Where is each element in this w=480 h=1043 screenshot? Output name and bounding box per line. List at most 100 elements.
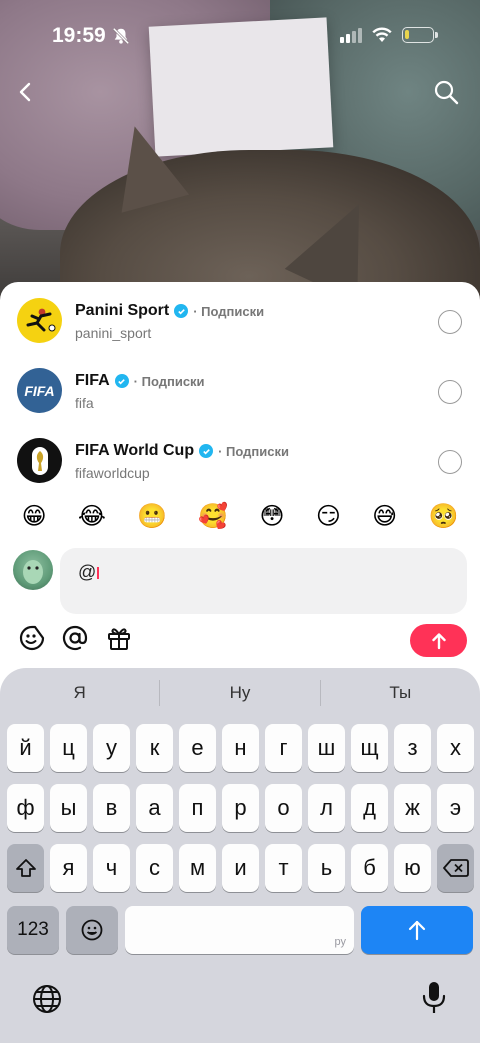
- key[interactable]: р: [222, 784, 259, 832]
- select-radio[interactable]: [438, 310, 462, 334]
- at-icon[interactable]: [61, 624, 89, 652]
- comment-input-text: @: [78, 562, 97, 582]
- mention-handle: fifaworldcup: [75, 465, 150, 481]
- avatar: [17, 438, 62, 483]
- mention-name: FIFA: [75, 372, 110, 389]
- key[interactable]: ф: [7, 784, 44, 832]
- key[interactable]: с: [136, 844, 173, 892]
- send-arrow-icon: [431, 632, 446, 649]
- mention-name: Panini Sport: [75, 302, 170, 319]
- emoji-grimace[interactable]: 😬: [137, 497, 167, 537]
- key-row-2: ф ы в а п р о л д ж э: [0, 784, 480, 832]
- key[interactable]: а: [136, 784, 173, 832]
- key[interactable]: я: [50, 844, 87, 892]
- mention-name: FIFA World Cup: [75, 442, 195, 459]
- cellular-signal-icon: [340, 28, 362, 43]
- following-label: · Подписки: [193, 303, 265, 319]
- verified-badge-icon: [114, 374, 129, 388]
- verified-badge-icon: [199, 444, 214, 458]
- suggestion-bar: Я Ну Ты: [0, 668, 480, 718]
- select-radio[interactable]: [438, 450, 462, 474]
- mention-item-panini-sport[interactable]: Panini Sport · Подписки panini_sport: [0, 287, 480, 357]
- key[interactable]: е: [179, 724, 216, 772]
- gift-icon[interactable]: [105, 624, 133, 652]
- space-language-label: ру: [334, 936, 347, 948]
- key-row-4: 123 ру: [0, 906, 480, 954]
- send-button[interactable]: [410, 624, 467, 657]
- emoji-icon: [81, 919, 103, 941]
- mention-handle: fifa: [75, 395, 94, 411]
- key[interactable]: э: [437, 784, 474, 832]
- emoji-flushed[interactable]: 😳: [260, 497, 285, 537]
- wifi-icon: [372, 27, 392, 42]
- emoji-pleading[interactable]: 🥺: [428, 497, 458, 537]
- key[interactable]: д: [351, 784, 388, 832]
- text-caret: [97, 567, 100, 580]
- emoji-sweat-smile[interactable]: 😅: [372, 497, 397, 537]
- battery-icon: [402, 27, 438, 43]
- numbers-key[interactable]: 123: [7, 906, 59, 954]
- key[interactable]: и: [222, 844, 259, 892]
- arrow-up-icon: [408, 920, 426, 941]
- space-key[interactable]: ру: [125, 906, 354, 954]
- key[interactable]: м: [179, 844, 216, 892]
- key[interactable]: л: [308, 784, 345, 832]
- key[interactable]: п: [179, 784, 216, 832]
- microphone-icon[interactable]: [420, 980, 448, 1016]
- following-label: · Подписки: [218, 443, 289, 459]
- key[interactable]: ш: [308, 724, 345, 772]
- fifa-logo-text: FIFA: [24, 382, 55, 399]
- key[interactable]: г: [265, 724, 302, 772]
- comment-input[interactable]: @: [60, 548, 467, 614]
- key[interactable]: й: [7, 724, 44, 772]
- key[interactable]: в: [93, 784, 130, 832]
- return-key[interactable]: [361, 906, 473, 954]
- key[interactable]: щ: [351, 724, 388, 772]
- key[interactable]: б: [351, 844, 388, 892]
- key[interactable]: у: [93, 724, 130, 772]
- keyboard: Я Ну Ты й ц у к е н г ш щ з х ф ы в а п …: [0, 668, 480, 1043]
- key[interactable]: з: [394, 724, 431, 772]
- emoji-keyboard-key[interactable]: [66, 906, 118, 954]
- key[interactable]: т: [265, 844, 302, 892]
- player-logo-icon: [26, 308, 55, 331]
- key[interactable]: о: [265, 784, 302, 832]
- key[interactable]: к: [136, 724, 173, 772]
- emoji-joy[interactable]: 😂: [78, 497, 106, 537]
- shift-icon: [15, 859, 36, 877]
- mention-handle: panini_sport: [75, 325, 152, 341]
- avatar: [17, 298, 62, 343]
- key[interactable]: ю: [394, 844, 431, 892]
- emoji-smirk[interactable]: 😏: [316, 497, 341, 537]
- shift-key[interactable]: [7, 844, 44, 892]
- mention-item-fifa[interactable]: FIFA FIFA · Подписки fifa: [0, 357, 480, 427]
- following-label: · Подписки: [133, 373, 205, 389]
- backspace-icon: [442, 859, 469, 877]
- suggestion-2[interactable]: Ну: [160, 683, 319, 703]
- backspace-key[interactable]: [437, 844, 474, 892]
- suggestion-1[interactable]: Я: [0, 683, 159, 703]
- mention-suggestion-list: Panini Sport · Подписки panini_sport FIF…: [0, 282, 480, 492]
- key[interactable]: н: [222, 724, 259, 772]
- key[interactable]: ь: [308, 844, 345, 892]
- key[interactable]: ж: [394, 784, 431, 832]
- mention-item-fifa-world-cup[interactable]: FIFA World Cup · Подписки fifaworldcup: [0, 427, 480, 492]
- key[interactable]: ы: [50, 784, 87, 832]
- avatar: FIFA: [17, 368, 62, 413]
- key-row-1: й ц у к е н г ш щ з х: [0, 724, 480, 772]
- emoji-quick-bar: 😁 😂 😬 🥰 😳 😏 😅 🥺: [0, 497, 480, 537]
- emoji-grin[interactable]: 😁: [22, 497, 47, 537]
- key-row-3: я ч с м и т ь б ю: [0, 844, 480, 892]
- key[interactable]: х: [437, 724, 474, 772]
- chevron-left-icon[interactable]: [12, 78, 40, 106]
- search-icon[interactable]: [432, 78, 460, 106]
- bell-slash-icon: [112, 27, 130, 45]
- status-bar: 19:59: [0, 0, 480, 70]
- emoji-icon[interactable]: [18, 624, 46, 652]
- key[interactable]: ц: [50, 724, 87, 772]
- key[interactable]: ч: [93, 844, 130, 892]
- suggestion-3[interactable]: Ты: [321, 683, 480, 703]
- emoji-hearts[interactable]: 🥰: [198, 497, 228, 537]
- globe-icon[interactable]: [31, 983, 63, 1015]
- select-radio[interactable]: [438, 380, 462, 404]
